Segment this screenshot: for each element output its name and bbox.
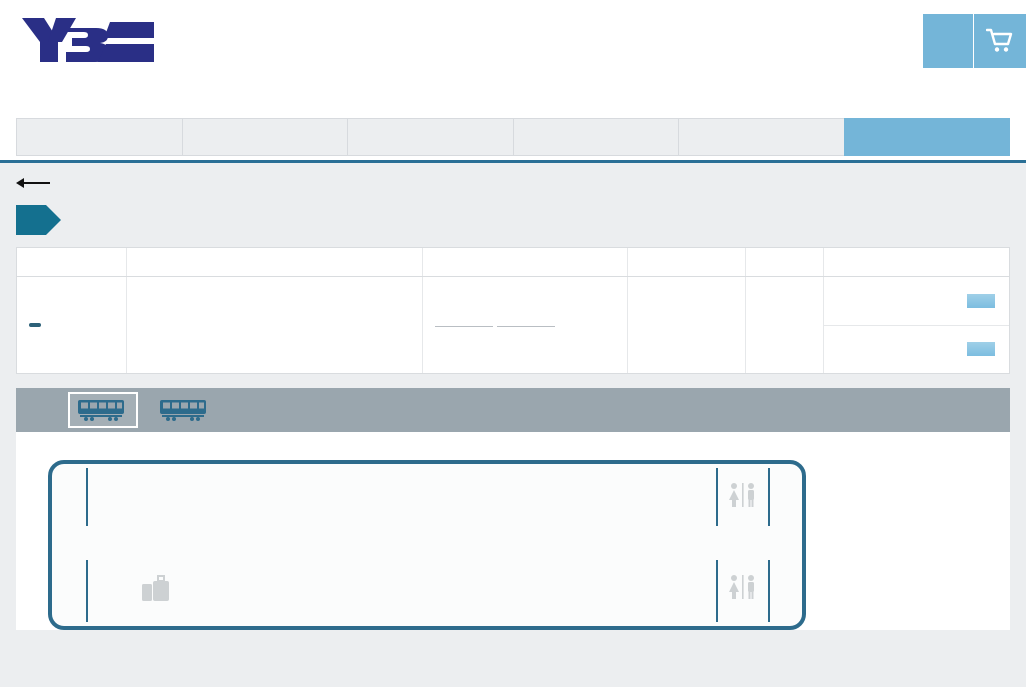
choose-button-s2[interactable] (967, 342, 995, 357)
route-map-row (0, 235, 1026, 247)
train-table (16, 247, 1010, 374)
td-departure-arrival (628, 277, 746, 373)
restroom-icon (720, 574, 766, 600)
tab-authorize[interactable] (843, 118, 1010, 156)
site-header (0, 0, 1026, 82)
table-row (17, 277, 1009, 373)
back-to-train-list[interactable] (0, 163, 1026, 197)
header-contacts (407, 14, 896, 59)
shopping-cart-icon (986, 28, 1013, 52)
main-nav-tabs (0, 118, 1026, 156)
td-from-to (127, 277, 423, 373)
uz-logo[interactable] (18, 12, 158, 68)
contact-row (407, 36, 896, 58)
train-coach-icon (76, 398, 126, 422)
th-train-number (17, 248, 127, 276)
th-date (423, 248, 628, 276)
checkout-stepper (16, 205, 1026, 235)
coach-item-5[interactable] (68, 392, 138, 428)
tab-passengers[interactable] (181, 118, 347, 156)
tab-cargo-transportation[interactable] (347, 118, 513, 156)
seat-map-panel (16, 432, 1010, 630)
th-duration (746, 248, 824, 276)
coaches-bar (16, 388, 1010, 432)
seat-class-row (824, 324, 1009, 374)
train-table-header (17, 248, 1009, 277)
tab-about-uz[interactable] (16, 118, 182, 156)
td-date (423, 277, 628, 373)
seat-class-row (824, 277, 1009, 325)
contact-row (407, 14, 896, 36)
coaches-section (16, 388, 1010, 630)
train-coach-icon (158, 398, 208, 422)
date-arrival-label (496, 324, 555, 327)
page-body (0, 163, 1026, 687)
coach-item-8[interactable] (152, 394, 218, 426)
restroom-icon (720, 482, 766, 508)
choose-button-s1[interactable] (967, 293, 995, 308)
wagon-type-label (16, 444, 1010, 460)
td-train-number (17, 277, 127, 373)
secondary-nav (0, 82, 1026, 118)
cart-button[interactable] (974, 14, 1026, 68)
luggage-icon (140, 574, 178, 607)
wagon-diagram (48, 460, 806, 630)
tab-newsroom[interactable] (512, 118, 678, 156)
td-duration (746, 277, 824, 373)
status-badge (29, 323, 41, 327)
td-seats-available (824, 277, 1009, 373)
language-switcher[interactable] (923, 14, 973, 68)
arrow-left-icon (16, 177, 50, 189)
step-choose-seats[interactable] (16, 205, 61, 235)
th-seats-available (824, 248, 1009, 276)
tab-contacts[interactable] (678, 118, 844, 156)
th-from-to (127, 248, 423, 276)
date-departure-label (435, 324, 493, 327)
th-departure-arrival (628, 248, 746, 276)
